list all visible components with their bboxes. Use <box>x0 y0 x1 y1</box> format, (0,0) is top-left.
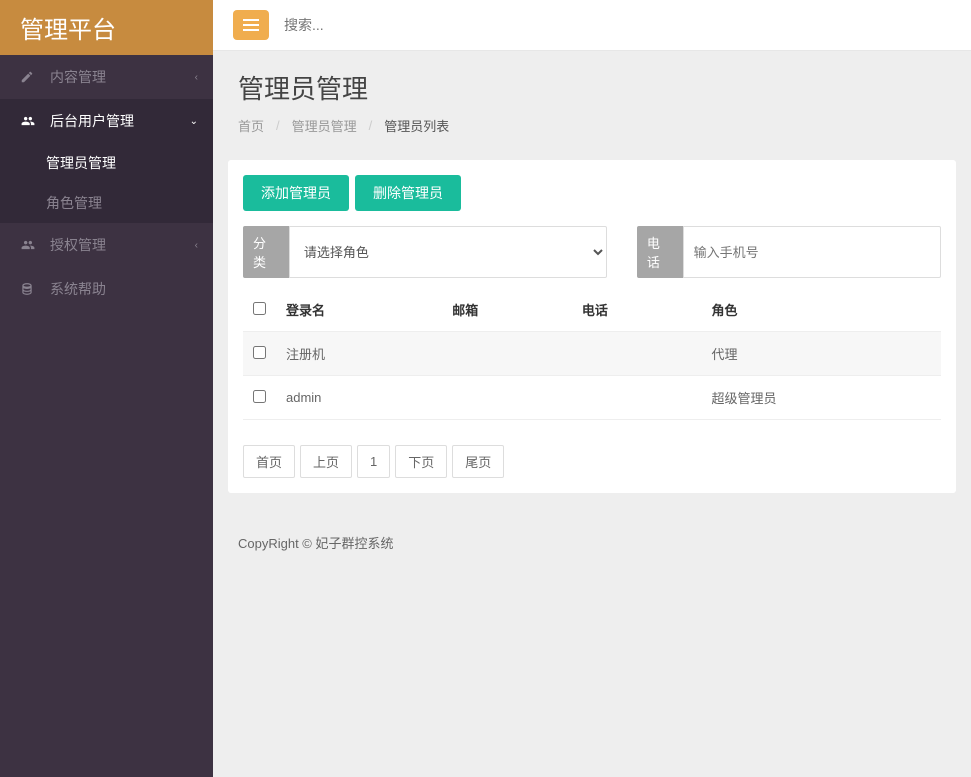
nav-sub-role-manage[interactable]: 角色管理 <box>0 183 213 223</box>
page-last-button[interactable]: 尾页 <box>452 445 504 478</box>
phone-filter-label: 电话 <box>637 226 683 278</box>
nav-label: 内容管理 <box>50 67 106 87</box>
edit-icon <box>20 70 38 84</box>
page-prev-button[interactable]: 上页 <box>300 445 352 478</box>
topbar <box>213 0 971 51</box>
nav-item-backend-users[interactable]: 后台用户管理 ⌄ <box>0 99 213 143</box>
nav-item-content[interactable]: 内容管理 ‹ <box>0 55 213 99</box>
select-all-checkbox[interactable] <box>253 302 266 315</box>
nav-label: 后台用户管理 <box>50 111 134 131</box>
pagination: 首页 上页 1 下页 尾页 <box>243 445 941 478</box>
role-filter-label: 分类 <box>243 226 289 278</box>
cell-phone <box>572 376 702 420</box>
breadcrumb: 首页 / 管理员管理 / 管理员列表 <box>238 116 946 135</box>
col-login: 登录名 <box>276 288 442 332</box>
breadcrumb-item[interactable]: 首页 <box>238 116 264 135</box>
table-row: admin 超级管理员 <box>243 376 941 420</box>
nav-item-auth[interactable]: 授权管理 ‹ <box>0 223 213 267</box>
sidebar: 管理平台 内容管理 ‹ 后台用户管理 ⌄ 管理员管理 角色管理 授权管理 ‹ 系… <box>0 0 213 777</box>
phone-input[interactable] <box>683 226 941 278</box>
users-icon <box>20 114 38 128</box>
nav-sub-backend-users: 管理员管理 角色管理 <box>0 143 213 223</box>
menu-toggle-button[interactable] <box>233 10 269 40</box>
chevron-left-icon: ‹ <box>195 240 198 251</box>
cell-email <box>442 376 572 420</box>
page-first-button[interactable]: 首页 <box>243 445 295 478</box>
cell-role: 代理 <box>702 332 942 376</box>
role-select[interactable]: 请选择角色 <box>289 226 607 278</box>
cell-role: 超级管理员 <box>702 376 942 420</box>
col-email: 邮箱 <box>442 288 572 332</box>
row-checkbox[interactable] <box>253 390 266 403</box>
main: 管理员管理 首页 / 管理员管理 / 管理员列表 添加管理员 删除管理员 分类 … <box>213 0 971 777</box>
cell-email <box>442 332 572 376</box>
page-title: 管理员管理 <box>238 69 946 106</box>
delete-admin-button[interactable]: 删除管理员 <box>355 175 461 211</box>
phone-filter: 电话 <box>637 226 941 278</box>
breadcrumb-current: 管理员列表 <box>384 116 449 135</box>
cell-phone <box>572 332 702 376</box>
breadcrumb-sep: / <box>276 118 280 133</box>
action-buttons: 添加管理员 删除管理员 <box>243 175 941 211</box>
breadcrumb-sep: / <box>369 118 373 133</box>
filters: 分类 请选择角色 电话 <box>243 226 941 278</box>
users-icon <box>20 238 38 252</box>
page-number-button[interactable]: 1 <box>357 445 390 478</box>
cell-login: admin <box>276 376 442 420</box>
col-role: 角色 <box>702 288 942 332</box>
chevron-left-icon: ‹ <box>195 72 198 83</box>
page-next-button[interactable]: 下页 <box>395 445 447 478</box>
nav-item-help[interactable]: 系统帮助 <box>0 267 213 311</box>
chevron-down-icon: ⌄ <box>190 116 198 127</box>
admin-table: 登录名 邮箱 电话 角色 注册机 代理 <box>243 288 941 420</box>
nav-label: 系统帮助 <box>50 279 106 299</box>
content: 添加管理员 删除管理员 分类 请选择角色 电话 <box>213 145 971 508</box>
nav-sub-admin-manage[interactable]: 管理员管理 <box>0 143 213 183</box>
col-phone: 电话 <box>572 288 702 332</box>
panel: 添加管理员 删除管理员 分类 请选择角色 电话 <box>228 160 956 493</box>
brand-title: 管理平台 <box>0 0 213 55</box>
cell-login: 注册机 <box>276 332 442 376</box>
page-header: 管理员管理 首页 / 管理员管理 / 管理员列表 <box>213 51 971 145</box>
nav: 内容管理 ‹ 后台用户管理 ⌄ 管理员管理 角色管理 授权管理 ‹ 系统帮助 <box>0 55 213 311</box>
search-input[interactable] <box>269 11 951 39</box>
role-filter: 分类 请选择角色 <box>243 226 607 278</box>
add-admin-button[interactable]: 添加管理员 <box>243 175 349 211</box>
footer: CopyRight © 妃子群控系统 <box>213 508 971 577</box>
row-checkbox[interactable] <box>253 346 266 359</box>
database-icon <box>20 282 38 296</box>
breadcrumb-item[interactable]: 管理员管理 <box>292 116 357 135</box>
table-header-row: 登录名 邮箱 电话 角色 <box>243 288 941 332</box>
nav-label: 授权管理 <box>50 235 106 255</box>
table-row: 注册机 代理 <box>243 332 941 376</box>
